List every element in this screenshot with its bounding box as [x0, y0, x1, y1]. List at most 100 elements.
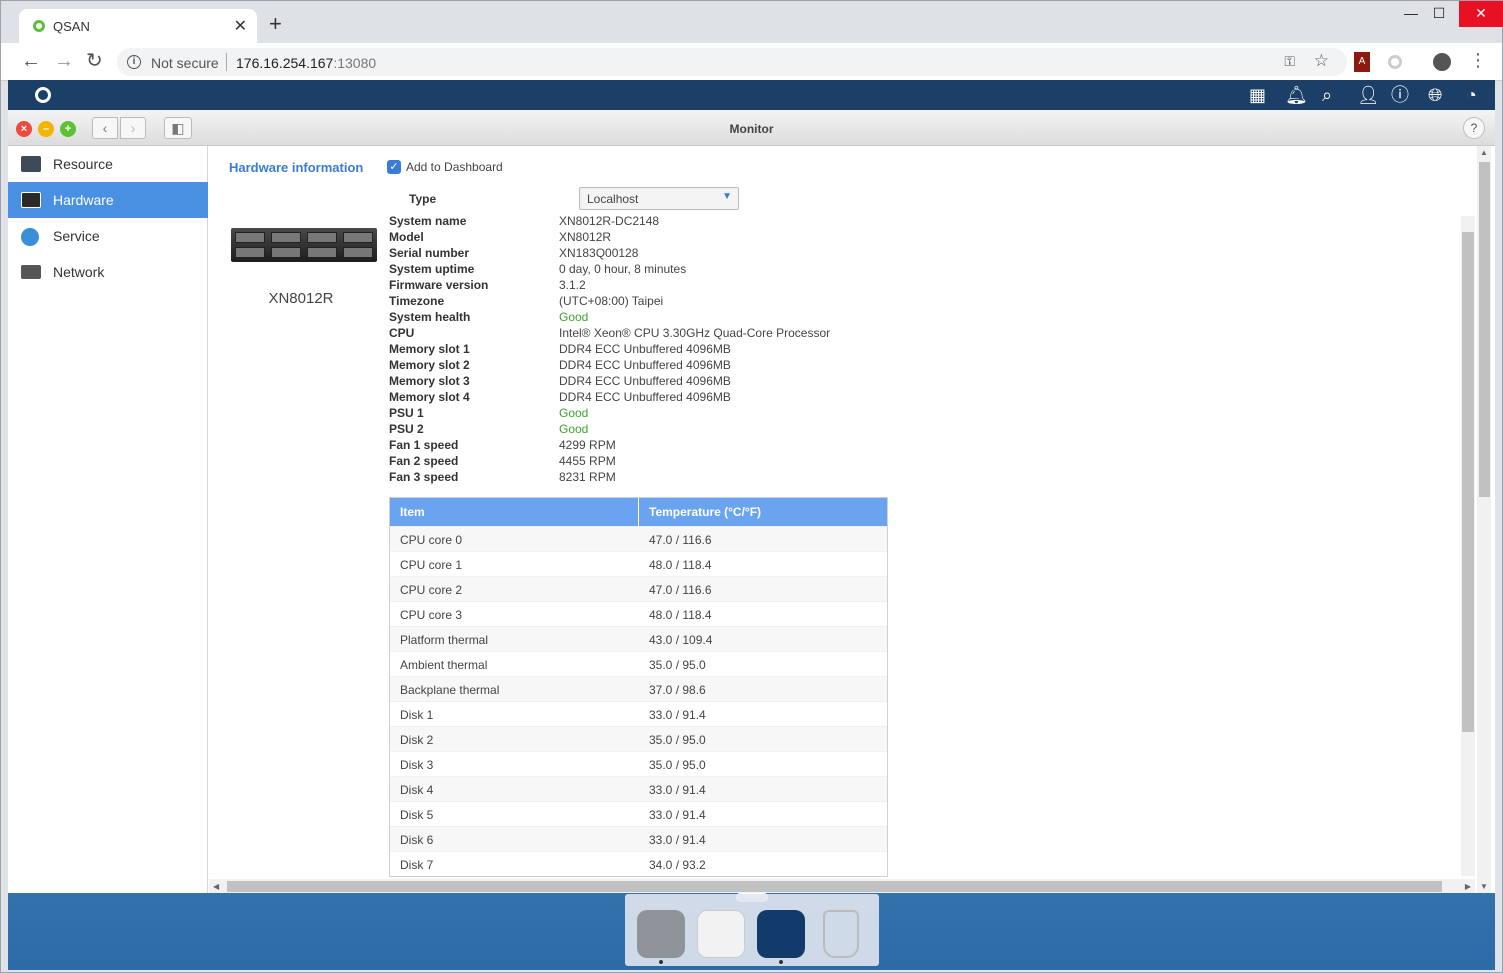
- language-globe-icon[interactable]: 🌐︎: [1428, 85, 1442, 105]
- monitor-icon[interactable]: [757, 910, 805, 958]
- extension-circle-icon[interactable]: [1388, 55, 1402, 69]
- help-icon[interactable]: ⓘ: [1391, 85, 1409, 105]
- service-globe-icon: [21, 228, 39, 246]
- cell-item: Disk 5: [400, 808, 434, 822]
- cell-temperature: 33.0 / 91.4: [649, 783, 706, 797]
- scrollbar-thumb[interactable]: [1479, 162, 1490, 497]
- info-icon[interactable]: i: [127, 55, 141, 69]
- spec-value: Good: [559, 310, 589, 324]
- spec-row: Memory slot 3 DDR4 ECC Unbuffered 4096MB: [389, 374, 989, 390]
- app-center-icon[interactable]: [697, 910, 745, 958]
- column-divider: [638, 498, 639, 526]
- table-row: Disk 4 33.0 / 91.4: [390, 776, 887, 801]
- reload-icon[interactable]: ↻: [86, 49, 103, 73]
- browser-tab[interactable]: QSAN ✕: [19, 9, 257, 43]
- user-icon[interactable]: 👤︎: [1357, 85, 1380, 105]
- scrollbar-thumb[interactable]: [227, 881, 1442, 892]
- spec-key: Fan 1 speed: [389, 438, 459, 452]
- spec-key: Model: [389, 230, 424, 244]
- search-icon[interactable]: ⌕: [1322, 85, 1332, 105]
- tab-strip: QSAN ✕ + — ☐ ✕: [1, 1, 1503, 43]
- spec-row: Fan 3 speed 8231 RPM: [389, 470, 989, 486]
- control-panel-icon[interactable]: [637, 910, 685, 958]
- scroll-down-arrow-icon[interactable]: ▼: [1480, 882, 1488, 891]
- drive-bay: [307, 247, 337, 258]
- qsan-top-bar: ▦ 🔔︎ ⌕ 👤︎ ⓘ 🌐︎ ◔: [8, 80, 1495, 110]
- sidebar-item-service[interactable]: Service: [8, 218, 208, 254]
- spec-row: Memory slot 2 DDR4 ECC Unbuffered 4096MB: [389, 358, 989, 374]
- sidebar-item-resource[interactable]: Resource: [8, 146, 208, 182]
- page-title: Hardware information: [229, 160, 364, 175]
- spec-row: Fan 2 speed 4455 RPM: [389, 454, 989, 470]
- scroll-up-arrow-icon[interactable]: ▲: [1480, 148, 1488, 157]
- spec-value: DDR4 ECC Unbuffered 4096MB: [559, 390, 731, 404]
- divider: [226, 53, 227, 71]
- window-maximize-icon[interactable]: ☐: [1422, 1, 1456, 27]
- url-text[interactable]: 176.16.254.167:13080: [236, 55, 376, 71]
- spec-value: DDR4 ECC Unbuffered 4096MB: [559, 358, 731, 372]
- scroll-right-arrow-icon[interactable]: ▶: [1465, 882, 1471, 891]
- spec-row: CPU Intel® Xeon® CPU 3.30GHz Quad-Core Pr…: [389, 326, 989, 342]
- cell-temperature: 47.0 / 116.6: [649, 533, 712, 547]
- recycle-bin-icon[interactable]: [823, 910, 859, 958]
- profile-avatar-icon[interactable]: [1433, 53, 1451, 71]
- tab-close-icon[interactable]: ✕: [234, 16, 247, 36]
- pdf-extension-icon[interactable]: A: [1354, 52, 1370, 72]
- help-circle-icon[interactable]: ?: [1463, 117, 1485, 139]
- table-row: Ambient thermal 35.0 / 95.0: [390, 651, 887, 676]
- forward-arrow-icon[interactable]: →: [54, 49, 74, 73]
- drive-bay: [271, 232, 301, 243]
- inner-vertical-scrollbar[interactable]: [1461, 216, 1475, 876]
- key-icon[interactable]: ⚿: [1284, 53, 1295, 70]
- spec-row: System health Good: [389, 310, 989, 326]
- column-header-temperature[interactable]: Temperature (°C/°F): [649, 505, 761, 519]
- cell-item: Backplane thermal: [400, 683, 500, 697]
- spec-key: Fan 2 speed: [389, 454, 459, 468]
- spec-row: Serial number XN183Q00128: [389, 246, 989, 262]
- type-select[interactable]: Localhost ▼: [579, 187, 739, 210]
- qsan-logo-icon[interactable]: [35, 87, 51, 103]
- dashboard-gauge-icon[interactable]: ◔: [1466, 85, 1477, 105]
- spec-value: 4299 RPM: [559, 438, 616, 452]
- column-header-item[interactable]: Item: [400, 505, 425, 519]
- spec-row: Timezone (UTC+08:00) Taipei: [389, 294, 989, 310]
- spec-key: Timezone: [389, 294, 445, 308]
- table-row: Disk 6 33.0 / 91.4: [390, 826, 887, 851]
- outer-vertical-scrollbar[interactable]: ▲ ▼: [1477, 146, 1491, 893]
- app-grid-icon[interactable]: ▦: [1249, 85, 1266, 105]
- network-switch-icon: [21, 265, 41, 279]
- bookmark-star-icon[interactable]: ☆: [1314, 51, 1329, 71]
- spec-value: Good: [559, 406, 589, 420]
- notification-bell-icon[interactable]: 🔔︎: [1285, 85, 1308, 105]
- table-row: Disk 2 35.0 / 95.0: [390, 726, 887, 751]
- spec-key: Firmware version: [389, 278, 489, 292]
- spec-key: Memory slot 4: [389, 390, 470, 404]
- cell-item: Disk 1: [400, 708, 434, 722]
- horizontal-scrollbar[interactable]: ◀ ▶: [209, 879, 1475, 893]
- table-row: Platform thermal 43.0 / 109.4: [390, 626, 887, 651]
- spec-row: Model XN8012R: [389, 230, 989, 246]
- spec-row: System uptime 0 day, 0 hour, 8 minutes: [389, 262, 989, 278]
- window-close-icon[interactable]: ✕: [1459, 1, 1503, 27]
- table-row: Disk 3 35.0 / 95.0: [390, 751, 887, 776]
- checkbox-checked-icon[interactable]: ✓: [387, 160, 401, 174]
- scroll-left-arrow-icon[interactable]: ◀: [213, 882, 219, 891]
- new-tab-icon[interactable]: +: [269, 13, 282, 35]
- sidebar-item-hardware[interactable]: Hardware: [8, 182, 208, 218]
- table-header: Item Temperature (°C/°F): [390, 498, 887, 526]
- type-select-value: Localhost: [587, 192, 639, 206]
- cell-item: Ambient thermal: [400, 658, 488, 672]
- cell-item: CPU core 3: [400, 608, 463, 622]
- spec-value: DDR4 ECC Unbuffered 4096MB: [559, 374, 731, 388]
- table-row: CPU core 1 48.0 / 118.4: [390, 551, 887, 576]
- address-bar[interactable]: i Not secure 176.16.254.167:13080 ⚿ ☆: [117, 48, 1347, 76]
- menu-kebab-icon[interactable]: ⋮: [1469, 50, 1487, 71]
- drive-bay: [271, 247, 301, 258]
- sidebar-item-network[interactable]: Network: [8, 254, 208, 290]
- scrollbar-thumb[interactable]: [1462, 232, 1474, 732]
- cell-item: Disk 7: [400, 858, 434, 872]
- table-body: CPU core 0 47.0 / 116.6 CPU core 1 48.0 / 1…: [390, 526, 887, 876]
- table-row: Disk 5 33.0 / 91.4: [390, 801, 887, 826]
- back-arrow-icon[interactable]: ←: [21, 49, 41, 73]
- sidebar-item-label: Resource: [53, 156, 113, 172]
